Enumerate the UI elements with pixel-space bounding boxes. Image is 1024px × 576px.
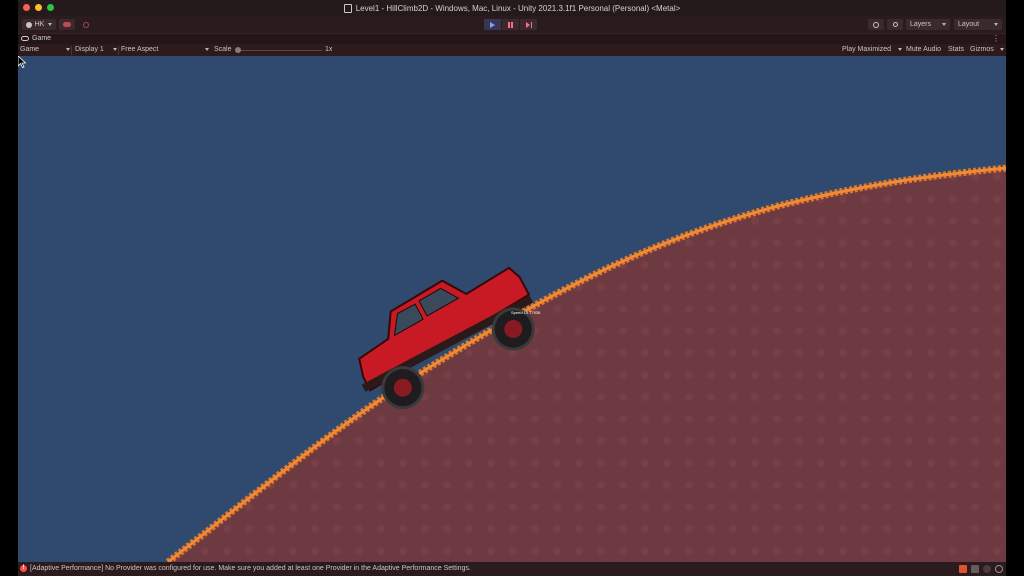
play-mode-label: Play Maximized xyxy=(842,46,892,53)
chevron-down-icon xyxy=(113,48,117,51)
progress-icon[interactable] xyxy=(983,565,991,573)
mouse-cursor-icon xyxy=(18,56,26,68)
status-icons xyxy=(959,565,1003,573)
status-bar: ! [Adaptive Performance] No Provider was… xyxy=(18,562,1006,576)
chevron-down-icon xyxy=(1000,48,1004,51)
game-view-controls: Game Display 1 Free Aspect Scale 1x Play… xyxy=(18,44,1006,56)
aspect-dropdown[interactable]: Free Aspect xyxy=(121,46,209,53)
collab-button[interactable] xyxy=(78,19,94,30)
display-dropdown[interactable]: Display 1 xyxy=(75,46,117,53)
layers-icon[interactable] xyxy=(971,565,979,573)
display-label: Display 1 xyxy=(75,46,104,53)
error-icon: ! xyxy=(20,565,27,572)
window-title: Level1 - HillClimb2D - Windows, Mac, Lin… xyxy=(343,3,681,13)
hill-pattern xyxy=(168,168,1006,562)
layout-dropdown[interactable]: Layout xyxy=(954,19,1002,30)
scale-slider-handle[interactable] xyxy=(235,47,241,53)
play-icon xyxy=(490,21,495,28)
step-button[interactable] xyxy=(520,19,537,30)
search-icon xyxy=(892,22,898,27)
close-window-button[interactable] xyxy=(23,4,30,11)
aspect-label: Free Aspect xyxy=(121,46,159,53)
cloud-button[interactable] xyxy=(59,19,75,30)
gamepad-icon xyxy=(21,36,29,41)
unity-editor-window: Level1 - HillClimb2D - Windows, Mac, Lin… xyxy=(18,0,1006,576)
game-viewport[interactable]: Speed 15.77036 xyxy=(18,56,1006,562)
main-toolbar: HK Layers Layout xyxy=(18,16,1006,33)
gizmos-label: Gizmos xyxy=(970,46,994,53)
stats-button[interactable]: Stats xyxy=(948,46,964,53)
history-icon xyxy=(873,21,879,28)
step-icon xyxy=(525,21,532,28)
chevron-down-icon xyxy=(942,23,946,26)
cloud-icon xyxy=(63,22,71,27)
undo-history-button[interactable] xyxy=(868,19,884,30)
chevron-down-icon xyxy=(898,48,902,51)
chevron-down-icon xyxy=(994,23,998,26)
window-controls xyxy=(23,4,54,11)
divider xyxy=(118,46,119,55)
gizmos-dropdown[interactable]: Gizmos xyxy=(970,46,1004,53)
maximize-window-button[interactable] xyxy=(47,4,54,11)
chevron-down-icon xyxy=(205,48,209,51)
title-bar: Level1 - HillClimb2D - Windows, Mac, Lin… xyxy=(18,0,1006,16)
mute-audio-label: Mute Audio xyxy=(906,46,942,53)
play-button[interactable] xyxy=(484,19,501,30)
mute-audio-button[interactable]: Mute Audio xyxy=(906,46,941,53)
stats-label: Stats xyxy=(948,46,964,53)
check-icon[interactable] xyxy=(995,565,1003,573)
playback-controls xyxy=(484,19,537,30)
account-icon xyxy=(25,21,32,28)
scale-value: 1x xyxy=(325,46,333,53)
search-button[interactable] xyxy=(887,19,903,30)
speed-readout: Speed 15.77036 xyxy=(511,310,541,315)
chevron-down-icon xyxy=(66,48,70,51)
bug-icon[interactable] xyxy=(959,565,967,573)
minimize-window-button[interactable] xyxy=(35,4,42,11)
divider xyxy=(71,46,72,55)
account-label: HK xyxy=(34,21,45,28)
tab-game-label: Game xyxy=(32,35,52,42)
scale-slider-track[interactable] xyxy=(238,50,322,51)
document-icon xyxy=(343,3,352,13)
play-mode-dropdown[interactable]: Play Maximized xyxy=(842,46,902,53)
layers-label: Layers xyxy=(910,21,932,28)
pause-button[interactable] xyxy=(502,19,519,30)
tab-game[interactable]: Game xyxy=(21,35,51,42)
game-scene xyxy=(165,164,1006,562)
scale-label: Scale xyxy=(214,46,232,53)
view-mode-dropdown[interactable]: Game xyxy=(20,46,70,53)
account-dropdown[interactable]: HK xyxy=(22,19,56,30)
collab-icon xyxy=(83,21,89,28)
window-title-text: Level1 - HillClimb2D - Windows, Mac, Lin… xyxy=(355,3,681,13)
console-message[interactable]: [Adaptive Performance] No Provider was c… xyxy=(30,565,471,572)
view-mode-label: Game xyxy=(20,46,40,53)
layout-label: Layout xyxy=(958,21,980,28)
pause-icon xyxy=(508,21,513,28)
more-options-icon[interactable]: ⋮ xyxy=(992,34,1000,43)
chevron-down-icon xyxy=(48,23,53,26)
layers-dropdown[interactable]: Layers xyxy=(906,19,950,30)
